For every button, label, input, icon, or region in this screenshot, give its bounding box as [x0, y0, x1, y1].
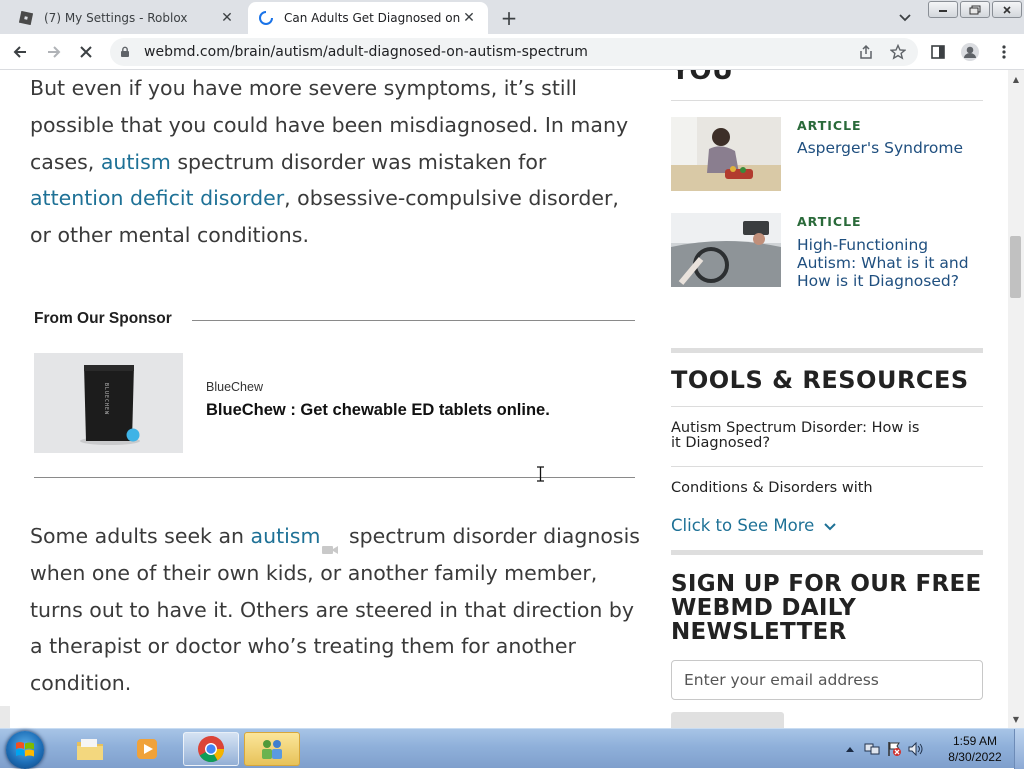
forward-arrow-icon[interactable]: [44, 42, 64, 62]
start-button[interactable]: [6, 731, 44, 769]
tab-webmd-article[interactable]: Can Adults Get Diagnosed on th ✕: [248, 2, 488, 34]
chrome-icon: [198, 736, 225, 763]
sponsor-title-link[interactable]: BlueChew : Get chewable ED tablets onlin…: [206, 401, 550, 420]
media-player-icon: [137, 739, 157, 759]
back-arrow-icon[interactable]: [10, 42, 30, 62]
divider: [192, 320, 635, 321]
paragraph-text: Some adults seek an: [30, 524, 251, 548]
sponsor-product-image[interactable]: BLUECHEW: [34, 353, 183, 453]
article-paragraph: But even if you have more severe symptom…: [30, 70, 640, 254]
close-tab-icon[interactable]: ✕: [460, 9, 478, 27]
related-article-link[interactable]: High-Functioning Autism: What is it and …: [797, 236, 982, 290]
article-tag: ARTICLE: [797, 214, 862, 229]
taskbar: 1:59 AM 8/30/2022: [0, 728, 1024, 769]
folder-icon: [77, 739, 103, 760]
related-article-link[interactable]: Asperger's Syndrome: [797, 139, 982, 157]
tab-strip: (7) My Settings - Roblox ✕ Can Adults Ge…: [0, 0, 1024, 34]
article-tag: ARTICLE: [797, 118, 862, 133]
section-heading: YOU: [671, 70, 734, 86]
show-hidden-icons-icon[interactable]: [842, 741, 858, 757]
loading-spinner-icon: [258, 10, 274, 26]
text-cursor-icon: [536, 466, 545, 486]
system-clock[interactable]: 1:59 AM 8/30/2022: [940, 733, 1010, 765]
see-more-button[interactable]: Click to See More: [671, 516, 836, 535]
subscribe-button[interactable]: [671, 712, 784, 728]
tools-resource-link[interactable]: Conditions & Disorders with: [671, 481, 921, 496]
divider: [671, 406, 983, 407]
show-desktop-button[interactable]: [1014, 729, 1024, 769]
taskbar-network-app[interactable]: [244, 732, 300, 766]
system-tray: [842, 729, 924, 769]
profile-avatar-icon[interactable]: [960, 42, 980, 62]
see-more-label: Click to See More: [671, 516, 815, 535]
autism-link[interactable]: autism: [101, 150, 171, 174]
newsletter-heading: SIGN UP FOR OUR FREE WEBMD DAILY NEWSLET…: [671, 571, 982, 645]
minimize-button[interactable]: [928, 1, 958, 18]
article-thumbnail[interactable]: [671, 213, 781, 287]
bookmark-star-icon[interactable]: [888, 42, 908, 62]
tab-title: Can Adults Get Diagnosed on th: [284, 11, 460, 25]
autism-link[interactable]: autism: [251, 524, 321, 548]
window-controls: [928, 1, 1022, 18]
page-viewport: But even if you have more severe symptom…: [0, 70, 1008, 728]
sponsor-brand[interactable]: BlueChew: [206, 380, 263, 394]
close-window-button[interactable]: [992, 1, 1022, 18]
video-camera-icon[interactable]: [322, 531, 339, 554]
clock-time: 1:59 AM: [952, 734, 998, 748]
restore-button[interactable]: [960, 1, 990, 18]
sponsor-heading: From Our Sponsor: [34, 310, 172, 327]
address-bar[interactable]: webmd.com/brain/autism/adult-diagnosed-o…: [110, 38, 918, 66]
side-panel-icon[interactable]: [928, 42, 948, 62]
chevron-down-icon: [823, 522, 836, 530]
scroll-up-arrow-icon[interactable]: ▲: [1008, 72, 1024, 86]
new-tab-button[interactable]: +: [498, 6, 520, 30]
roblox-icon: [18, 10, 34, 26]
network-tray-icon[interactable]: [864, 741, 880, 757]
tools-resources-heading: TOOLS & RESOURCES: [671, 366, 969, 394]
network-users-icon: [262, 740, 282, 759]
taskbar-media-player[interactable]: [120, 732, 176, 766]
volume-speaker-icon[interactable]: [908, 741, 924, 757]
scrollbar-track[interactable]: [1008, 70, 1024, 728]
paragraph-text: spectrum disorder was mistaken for: [170, 149, 547, 174]
lock-icon[interactable]: [120, 46, 134, 58]
article-thumbnail[interactable]: [671, 117, 781, 191]
section-divider: [671, 550, 983, 555]
tools-resource-link[interactable]: Autism Spectrum Disorder: How is it Diag…: [671, 421, 921, 451]
tab-roblox-settings[interactable]: (7) My Settings - Roblox ✕: [8, 2, 246, 34]
email-input[interactable]: [671, 660, 983, 700]
article-paragraph: Some adults seek an autism spectrum diso…: [30, 518, 640, 702]
chevron-down-icon[interactable]: [896, 9, 914, 27]
taskbar-file-explorer[interactable]: [62, 732, 118, 766]
clock-date: 8/30/2022: [948, 750, 1002, 764]
share-icon[interactable]: [856, 42, 876, 62]
tab-title: (7) My Settings - Roblox: [44, 11, 188, 25]
pack-text: BLUECHEW: [103, 383, 109, 416]
scrollbar-thumb[interactable]: [1010, 236, 1021, 298]
scroll-shadow: [0, 706, 10, 728]
section-divider: [671, 348, 983, 353]
browser-toolbar: webmd.com/brain/autism/adult-diagnosed-o…: [0, 34, 1024, 70]
stop-loading-icon[interactable]: [76, 42, 96, 62]
kebab-menu-icon[interactable]: [994, 42, 1014, 62]
divider: [671, 100, 983, 101]
url-text: webmd.com/brain/autism/adult-diagnosed-o…: [144, 44, 588, 60]
close-tab-icon[interactable]: ✕: [218, 9, 236, 27]
scroll-down-arrow-icon[interactable]: ▼: [1008, 712, 1024, 726]
taskbar-chrome[interactable]: [183, 732, 239, 766]
action-center-flag-icon[interactable]: [886, 741, 902, 757]
attention-deficit-disorder-link[interactable]: attention deficit disorder: [30, 186, 284, 210]
divider: [671, 466, 983, 467]
